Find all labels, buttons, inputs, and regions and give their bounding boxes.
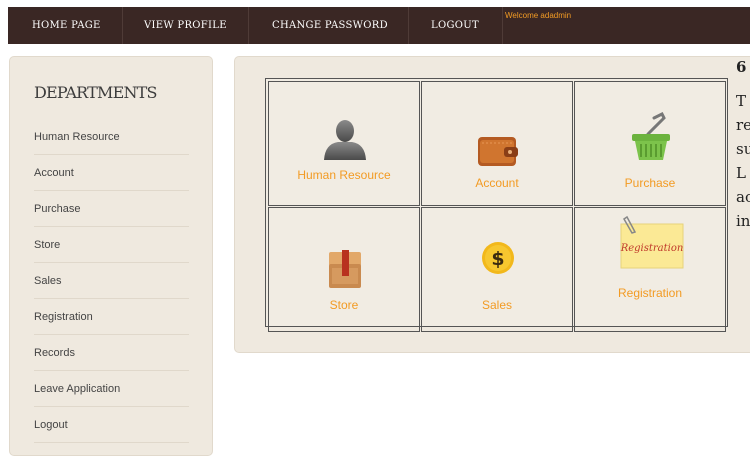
sidebar-item-registration[interactable]: Registration [34, 299, 189, 335]
sidebar-item-store[interactable]: Store [34, 227, 189, 263]
tile-label: Registration [617, 286, 683, 300]
right-text-line: 6 [736, 58, 747, 76]
nav-change-password[interactable]: CHANGE PASSWORD [272, 7, 388, 44]
sidebar-title: DEPARTMENTS [34, 83, 158, 102]
right-text-line: re [736, 116, 750, 134]
registration-note-icon: Registration [620, 215, 684, 269]
note-text: Registration [620, 243, 684, 254]
sidebar-item-human-resource[interactable]: Human Resource [34, 119, 189, 155]
nav-home-page[interactable]: HOME PAGE [32, 7, 101, 44]
tile-registration[interactable]: Registration Registration [574, 207, 726, 332]
sidebar-item-records[interactable]: Records [34, 335, 189, 371]
tile-label: Store [329, 298, 359, 312]
nav-divider [248, 7, 249, 44]
tile-label: Account [475, 176, 519, 190]
right-text-line: T [736, 92, 747, 110]
nav-logout[interactable]: LOGOUT [431, 7, 479, 44]
shopping-basket-icon [632, 112, 670, 160]
dollar-coin-icon: $ [482, 242, 514, 274]
sidebar-item-purchase[interactable]: Purchase [34, 191, 189, 227]
nav-divider [408, 7, 409, 44]
svg-text:$: $ [491, 248, 504, 270]
tile-store[interactable]: Store [268, 207, 420, 332]
wallet-icon [478, 137, 518, 166]
tile-human-resource[interactable]: Human Resource [268, 81, 420, 206]
box-icon [329, 250, 361, 288]
sidebar-item-logout[interactable]: Logout [34, 407, 189, 443]
right-text-line: su [736, 140, 750, 158]
tile-purchase[interactable]: Purchase [574, 81, 726, 206]
person-silhouette-icon [324, 120, 366, 160]
top-nav-bar: HOME PAGE VIEW PROFILE CHANGE PASSWORD L… [8, 7, 750, 44]
right-text-line: ac [736, 188, 750, 206]
sidebar-item-sales[interactable]: Sales [34, 263, 189, 299]
welcome-message: Welcome adadmin [505, 11, 572, 20]
sidebar-item-leave-application[interactable]: Leave Application [34, 371, 189, 407]
right-text-line: in [736, 212, 750, 230]
sidebar-item-account[interactable]: Account [34, 155, 189, 191]
tile-label: Sales [481, 298, 513, 312]
tile-sales[interactable]: $ Sales [421, 207, 573, 332]
departments-sidebar: DEPARTMENTS Human Resource Account Purch… [9, 56, 213, 456]
nav-divider [122, 7, 123, 44]
nav-view-profile[interactable]: VIEW PROFILE [144, 7, 227, 44]
tile-label: Human Resource [297, 168, 391, 182]
tile-label: Purchase [624, 176, 676, 190]
department-tiles-grid: Human Resource Account Purchase Store $ … [265, 78, 728, 332]
nav-divider [502, 7, 503, 44]
right-text-line: L [736, 164, 746, 182]
tile-account[interactable]: Account [421, 81, 573, 206]
